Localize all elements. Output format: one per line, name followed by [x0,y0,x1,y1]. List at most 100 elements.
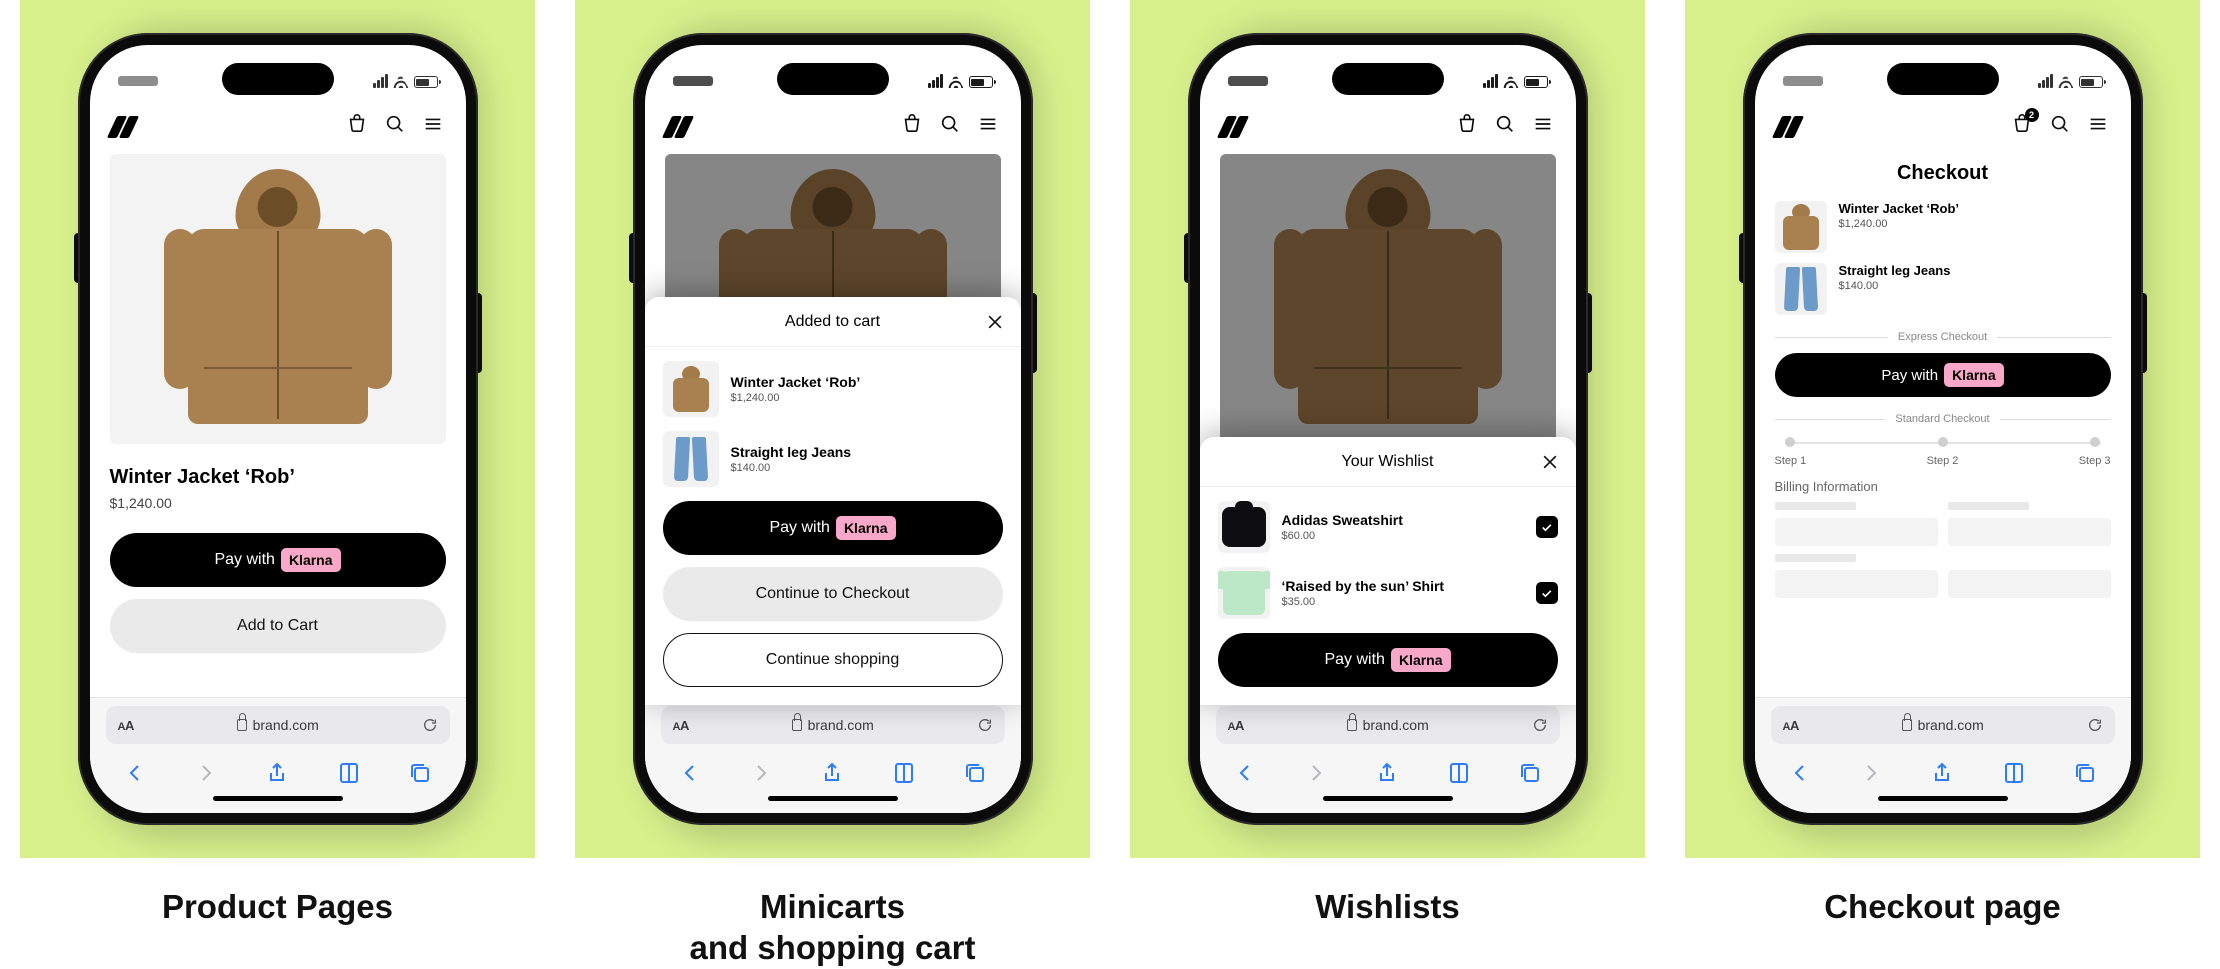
tabs-button[interactable] [405,758,435,788]
close-icon[interactable] [985,312,1005,332]
tabs-button[interactable] [960,758,990,788]
reload-icon[interactable] [422,717,438,733]
home-indicator[interactable] [213,796,343,801]
item-checkbox[interactable] [1536,516,1558,538]
lock-icon [237,719,247,731]
search-icon[interactable] [384,113,406,140]
forward-button[interactable] [746,758,776,788]
home-indicator[interactable] [1323,796,1453,801]
url-text: brand.com [1918,717,1984,733]
forward-button[interactable] [1301,758,1331,788]
bookmarks-button[interactable] [1444,758,1474,788]
back-button[interactable] [1785,758,1815,788]
url-bar[interactable]: AA brand.com [1771,706,2115,744]
step-3[interactable]: Step 3 [2079,437,2111,467]
field-label-placeholder [1948,502,2030,510]
brand-logo[interactable] [1777,116,1799,138]
field-label-placeholder [1775,502,1857,510]
product-body: Winter Jacket ‘Rob’ $1,240.00 Pay with K… [90,154,466,697]
pay-with-klarna-button[interactable]: Pay with Klarna [1218,633,1558,687]
status-time [118,76,158,86]
bookmarks-button[interactable] [334,758,364,788]
text-size-icon[interactable]: AA [1228,718,1244,733]
pay-with-klarna-button[interactable]: Pay with Klarna [110,533,446,587]
back-button[interactable] [120,758,150,788]
continue-checkout-button[interactable]: Continue to Checkout [663,567,1003,621]
panel-checkout: 2 Checkout Winter Jacket ‘Rob’ $1 [1685,0,2200,969]
signal-icon [1483,74,1498,88]
cart-item: Straight leg Jeans $140.00 [663,431,1003,487]
klarna-badge: Klarna [281,548,341,572]
battery-icon [969,76,993,88]
wifi-icon [948,74,964,88]
text-input[interactable] [1948,570,2111,598]
share-button[interactable] [1372,758,1402,788]
brand-logo[interactable] [112,116,134,138]
caption-minicart: Minicarts and shopping cart [689,886,975,969]
reload-icon[interactable] [2087,717,2103,733]
home-indicator[interactable] [768,796,898,801]
app-header [645,99,1021,154]
search-icon[interactable] [2049,113,2071,140]
reload-icon[interactable] [1532,717,1548,733]
text-input[interactable] [1775,518,1938,546]
url-bar[interactable]: AA brand.com [1216,706,1560,744]
text-input[interactable] [1775,570,1938,598]
url-bar[interactable]: AA brand.com [661,706,1005,744]
continue-shopping-button[interactable]: Continue shopping [663,633,1003,687]
pay-with-klarna-button[interactable]: Pay with Klarna [663,501,1003,555]
phone-mock: Added to cart Winter Jacket ‘Rob’ $1,240… [633,33,1033,825]
checkout-item: Winter Jacket ‘Rob’ $1,240.00 [1775,201,2111,253]
item-thumb [663,361,719,417]
wifi-icon [1503,74,1519,88]
text-size-icon[interactable]: AA [1783,718,1799,733]
checkout-title: Checkout [1775,162,2111,185]
klarna-prefix: Pay with [214,551,274,569]
search-icon [939,113,961,140]
step-2[interactable]: Step 2 [1927,437,1959,467]
step-1[interactable]: Step 1 [1775,437,1807,467]
item-checkbox[interactable] [1536,582,1558,604]
url-text: brand.com [253,717,319,733]
menu-icon[interactable] [2087,113,2109,140]
product-image[interactable] [110,154,446,444]
text-size-icon[interactable]: AA [118,718,134,733]
text-input[interactable] [1948,518,2111,546]
share-button[interactable] [1927,758,1957,788]
reload-icon[interactable] [977,717,993,733]
bookmarks-button[interactable] [889,758,919,788]
forward-button[interactable] [191,758,221,788]
close-icon[interactable] [1540,452,1560,472]
browser-toolbar [90,752,466,788]
tabs-button[interactable] [1515,758,1545,788]
back-button[interactable] [1230,758,1260,788]
brand-logo [1222,116,1244,138]
forward-button[interactable] [1856,758,1886,788]
text-size-icon[interactable]: AA [673,718,689,733]
menu-icon[interactable] [422,113,444,140]
brand-logo [667,116,689,138]
item-thumb [1775,201,1827,253]
sheet-title: Your Wishlist [1342,453,1434,471]
card-bg: Winter Jacket ‘Rob’ $1,240.00 Pay with K… [20,0,535,858]
tabs-button[interactable] [2070,758,2100,788]
sheet-title: Added to cart [785,313,880,331]
klarna-badge: Klarna [836,516,896,540]
back-button[interactable] [675,758,705,788]
search-icon [1494,113,1516,140]
share-button[interactable] [262,758,292,788]
item-thumb [663,431,719,487]
share-button[interactable] [817,758,847,788]
home-indicator[interactable] [1878,796,2008,801]
url-bar[interactable]: AA brand.com [106,706,450,744]
bookmarks-button[interactable] [1999,758,2029,788]
pay-with-klarna-button[interactable]: Pay with Klarna [1775,353,2111,397]
express-divider: Express Checkout [1775,331,2111,343]
app-header: 2 [1755,99,2131,154]
panel-wishlist: Your Wishlist Adidas Sweatshirt $60.00 [1130,0,1645,969]
cart-icon[interactable] [346,113,368,140]
cart-icon[interactable]: 2 [2011,113,2033,140]
url-text: brand.com [808,717,874,733]
item-price: $140.00 [731,462,1003,474]
add-to-cart-button[interactable]: Add to Cart [110,599,446,653]
